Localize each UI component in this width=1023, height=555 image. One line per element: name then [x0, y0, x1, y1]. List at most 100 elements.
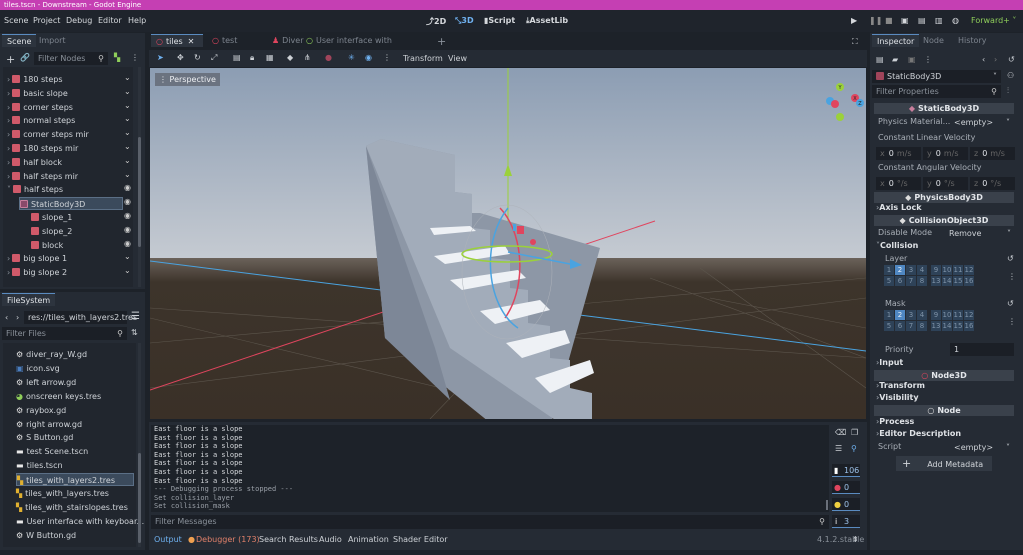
visibility-toggle-icon[interactable]: ⌄ — [124, 252, 131, 261]
tab-import[interactable]: Import — [34, 34, 71, 47]
add-metadata-button[interactable]: + Add Metadata — [896, 456, 992, 471]
mask-bit-2[interactable]: 2 — [895, 310, 905, 320]
lin-velocity-y-field[interactable]: y 0 m/s — [923, 147, 968, 160]
output-scrollbar[interactable] — [826, 432, 828, 512]
toggle-info[interactable]: i3 — [832, 515, 860, 528]
distraction-free-icon[interactable]: ⛶ — [852, 37, 858, 47]
scrollbar-thumb[interactable] — [138, 453, 141, 543]
view-menu[interactable]: View — [448, 54, 467, 63]
file-item[interactable]: ▚ tiles_with_layers2.tres — [16, 473, 134, 487]
workspace-2d[interactable]: ⤴2D — [426, 16, 446, 27]
visibility-section[interactable]: ›Visibility — [876, 393, 919, 402]
movie-maker-icon[interactable]: ◍ — [952, 16, 959, 25]
open-folder-icon[interactable]: ▰ — [892, 55, 898, 64]
layer-bit-6[interactable]: 6 — [895, 276, 905, 286]
workspace-script[interactable]: ▮Script — [484, 16, 515, 25]
file-item[interactable]: ⚙ right arrow.gd — [16, 418, 82, 431]
tree-item[interactable]: slope_2 — [31, 225, 72, 238]
visibility-toggle-icon[interactable]: ⌄ — [124, 128, 131, 137]
toggle-warnings[interactable]: ● 0 — [832, 498, 860, 511]
file-item[interactable]: ◕ onscreen keys.tres — [16, 390, 101, 403]
mask-bit-13[interactable]: 13 — [931, 321, 941, 331]
editor-description-section[interactable]: ›Editor Description — [876, 429, 961, 438]
visibility-toggle-icon[interactable]: ⌄ — [124, 170, 131, 179]
file-item[interactable]: ▚ tiles_with_stairslopes.tres — [16, 501, 128, 514]
tab-scene[interactable]: Scene — [2, 34, 37, 47]
property-options-icon[interactable]: ⫶ — [1007, 86, 1009, 96]
node-tree-icon[interactable]: ⚇ — [1007, 71, 1014, 80]
chevron-right-icon[interactable]: › — [7, 254, 10, 263]
visibility-eye-icon[interactable]: ◉ — [124, 211, 131, 220]
renderer-select[interactable]: Forward+ ˅ — [971, 16, 1016, 25]
add-node-icon[interactable]: + — [6, 53, 15, 66]
layer-bit-14[interactable]: 14 — [942, 276, 952, 286]
visibility-toggle-icon[interactable]: ⌄ — [124, 73, 131, 82]
copy-icon[interactable]: ❐ — [851, 428, 858, 437]
sort-icon[interactable]: ⇅ — [131, 328, 138, 337]
visibility-toggle-icon[interactable]: ⌄ — [124, 114, 131, 123]
visibility-eye-icon[interactable]: ◉ — [124, 183, 131, 192]
tab-history[interactable]: History — [953, 34, 991, 47]
group-icon[interactable]: ▦ — [266, 53, 274, 62]
expand-panel-icon[interactable]: ⇞ — [852, 535, 859, 544]
play-scene-icon[interactable]: ▤ — [918, 16, 926, 25]
layer-bit-7[interactable]: 7 — [906, 276, 916, 286]
tree-item[interactable]: › big slope 1 — [7, 252, 67, 265]
3d-viewport[interactable]: Y X Z ⋮ Perspective — [150, 68, 866, 419]
visibility-toggle-icon[interactable]: ⌄ — [124, 142, 131, 151]
file-item[interactable]: ⚙ left arrow.gd — [16, 376, 76, 389]
visibility-eye-icon[interactable]: ◉ — [124, 197, 131, 206]
workspace-3d[interactable]: ⤡3D — [455, 16, 474, 26]
chevron-right-icon[interactable]: › — [7, 144, 10, 153]
toggle-messages[interactable]: ▮ 106 — [832, 464, 860, 477]
layer-bit-11[interactable]: 11 — [953, 265, 963, 275]
mask-bit-9[interactable]: 9 — [931, 310, 941, 320]
filter-nodes-input[interactable]: Filter Nodes ⚲ — [34, 52, 108, 65]
tree-item[interactable]: › half block — [7, 156, 62, 169]
chevron-right-icon[interactable]: › — [7, 89, 10, 98]
layer-bit-1[interactable]: 1 — [884, 265, 894, 275]
tree-item[interactable]: StaticBody3D — [19, 197, 123, 211]
transform-menu[interactable]: Transform — [403, 54, 443, 63]
layer-bit-12[interactable]: 12 — [964, 265, 974, 275]
tree-item[interactable]: slope_1 — [31, 211, 72, 224]
visibility-eye-icon[interactable]: ◉ — [124, 225, 131, 234]
tree-item[interactable]: ˅ half steps — [7, 183, 63, 196]
sun-preview-icon[interactable]: ✳ — [348, 53, 355, 62]
file-item[interactable]: ▬ test Scene.tscn — [16, 445, 88, 458]
object-history-icon[interactable]: ↺ — [1008, 55, 1015, 64]
save-icon[interactable]: ▣ — [908, 55, 916, 64]
node-selector[interactable]: StaticBody3D ˅ — [872, 70, 1001, 83]
remote-debug-icon[interactable]: ▣ — [901, 16, 909, 25]
more-icon[interactable]: ⋮ — [1008, 272, 1016, 281]
filter-properties-input[interactable]: Filter Properties ⚲ — [872, 85, 1001, 98]
visibility-toggle-icon[interactable]: ⌄ — [124, 266, 131, 275]
file-item[interactable]: ▣ icon.svg — [16, 362, 60, 375]
tree-item[interactable]: › basic slope — [7, 87, 68, 100]
mask-bit-8[interactable]: 8 — [917, 321, 927, 331]
file-item[interactable]: ⚙ raybox.gd — [16, 404, 66, 417]
tree-item[interactable]: › big slope 2 — [7, 266, 67, 279]
file-item[interactable]: ⚙ W Button.gd — [16, 529, 76, 542]
script-field[interactable]: <empty> ˅ — [950, 441, 1014, 454]
snap-icon[interactable]: ⋔ — [304, 53, 311, 62]
scene-tab[interactable]: ♟ Diver — [267, 34, 304, 47]
bottom-tab-animation[interactable]: Animation — [348, 535, 389, 544]
mask-bit-16[interactable]: 16 — [964, 321, 974, 331]
menu-debug[interactable]: Debug — [66, 16, 92, 25]
link-icon[interactable]: 🔗 — [20, 53, 30, 62]
tree-item[interactable]: › normal steps — [7, 114, 75, 127]
lin-velocity-x-field[interactable]: x 0 m/s — [876, 147, 921, 160]
chevron-right-icon[interactable]: › — [7, 130, 10, 139]
scrollbar-thumb[interactable] — [138, 137, 141, 247]
mask-bit-3[interactable]: 3 — [906, 310, 916, 320]
scene-tab[interactable]: ○test Scene(*) — [207, 34, 263, 58]
search-icon[interactable]: ⚲ — [851, 444, 857, 453]
bottom-tab-shader-editor[interactable]: Shader Editor — [393, 535, 448, 544]
tab-filesystem[interactable]: FileSystem — [2, 293, 56, 306]
mask-bit-7[interactable]: 7 — [906, 321, 916, 331]
more-icon[interactable]: ⋮ — [924, 55, 932, 64]
bottom-tab-output[interactable]: Output — [154, 535, 182, 544]
ang-velocity-x-field[interactable]: x 0 °/s — [876, 177, 921, 190]
tab-node[interactable]: Node — [918, 34, 949, 47]
